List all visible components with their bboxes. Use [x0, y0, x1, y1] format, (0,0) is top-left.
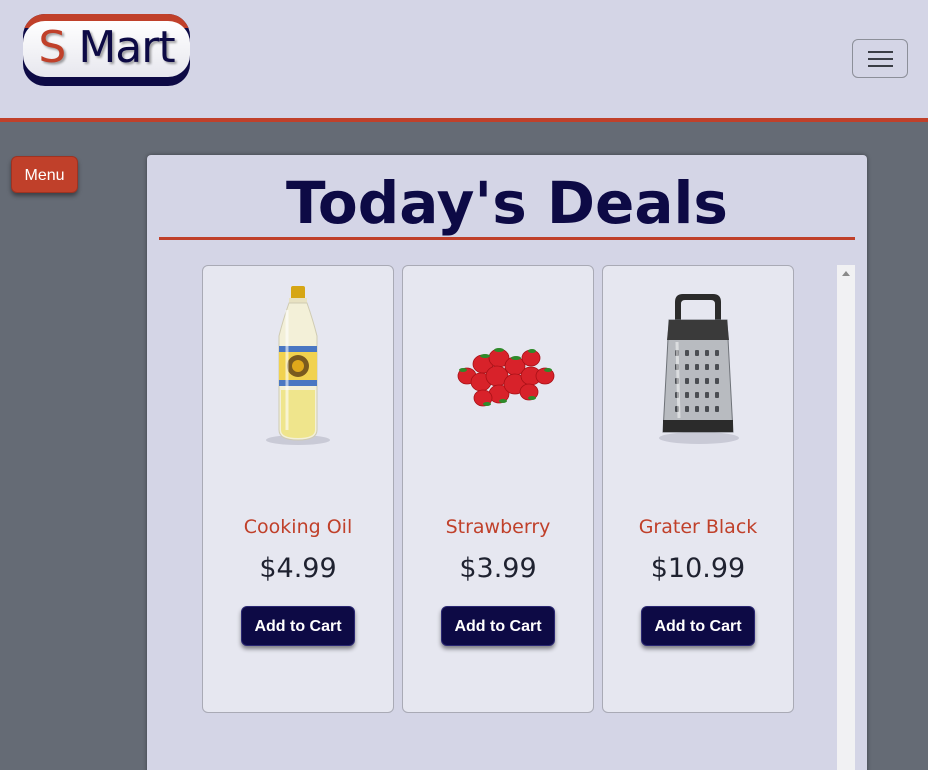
grater-image — [603, 280, 793, 450]
logo-text: S Mart — [23, 23, 190, 73]
product-name: Strawberry — [445, 516, 551, 538]
product-price: $3.99 — [459, 553, 537, 584]
top-navbar: S Mart — [0, 0, 928, 118]
scroll-up-arrow-icon[interactable] — [842, 271, 850, 276]
menu-button[interactable]: Menu — [11, 156, 78, 193]
page-title: Today's Deals — [286, 169, 728, 237]
add-to-cart-button[interactable]: Add to Cart — [441, 606, 555, 646]
add-to-cart-button[interactable]: Add to Cart — [241, 606, 355, 646]
title-underline — [159, 237, 855, 240]
product-card: Strawberry $3.99 Add to Cart — [402, 265, 594, 713]
product-card: Grater Black $10.99 Add to Cart — [602, 265, 794, 713]
product-price: $4.99 — [259, 553, 337, 584]
product-card: Cooking Oil $4.99 Add to Cart — [202, 265, 394, 713]
logo-word: Mart — [78, 22, 175, 73]
cooking-oil-image — [203, 280, 393, 450]
smart-logo[interactable]: S Mart — [23, 14, 190, 86]
header-divider — [0, 118, 928, 122]
strawberry-image — [403, 280, 593, 450]
nav-toggle-button[interactable] — [852, 39, 908, 78]
logo-letter: S — [38, 22, 66, 73]
deals-scrollbar[interactable] — [837, 265, 855, 770]
product-name: Grater Black — [638, 516, 758, 538]
deals-panel: Today's Deals Cooking Oil $4.99 Add to C… — [147, 155, 867, 770]
add-to-cart-button[interactable]: Add to Cart — [641, 606, 755, 646]
product-price: $10.99 — [650, 553, 746, 584]
product-name: Cooking Oil — [243, 516, 353, 538]
